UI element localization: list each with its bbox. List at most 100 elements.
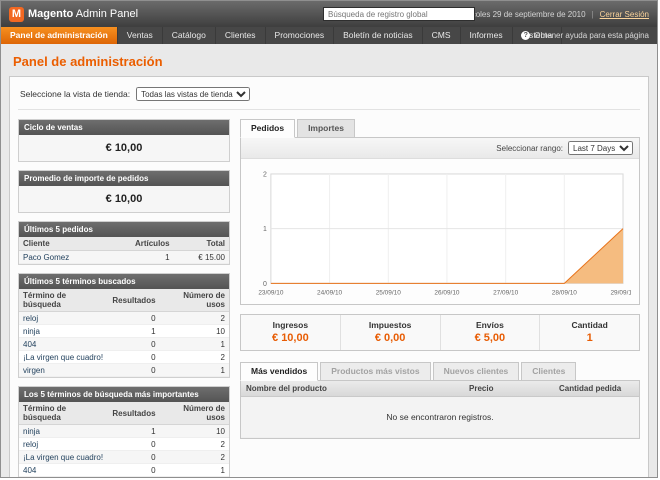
search-term-link[interactable]: virgen [19, 364, 108, 377]
table-row: 404 0 1 [19, 464, 229, 477]
help-label: Obtener ayuda para esta página [534, 31, 649, 40]
nav-item[interactable]: Ventas [118, 27, 163, 44]
search-term-link[interactable]: virge [19, 477, 108, 479]
col-header: Nombre del producto [241, 381, 464, 397]
results-cell: 0 [108, 351, 159, 364]
totals-bar: Ingresos € 10,00 Impuestos € 0,00 Envíos… [240, 314, 640, 351]
products-grid: Nombre del producto Precio Cantidad pedi… [240, 380, 640, 439]
col-header: Número de usos [160, 289, 229, 312]
nav-item[interactable]: Boletín de noticias [334, 27, 422, 44]
global-search-input[interactable] [323, 7, 475, 21]
uses-cell: 2 [160, 351, 229, 364]
average-orders-value: € 10,00 [19, 186, 229, 212]
right-column: PedidosImportes Seleccionar rango: Last … [240, 119, 640, 478]
table-row: 404 0 1 [19, 338, 229, 351]
magento-logo-icon: M [9, 7, 24, 22]
total-stat: Impuestos € 0,00 [341, 315, 441, 350]
range-row: Seleccionar rango: Last 7 Days [241, 138, 639, 159]
search-term-link[interactable]: ¡La virgen que cuadro! [19, 451, 108, 464]
table-row: virgen 0 1 [19, 364, 229, 377]
grid-tab: Clientes [521, 362, 576, 381]
nav-item[interactable]: Informes [461, 27, 513, 44]
total-stat: Cantidad 1 [540, 315, 639, 350]
logout-link[interactable]: Cerrar Sesión [600, 10, 649, 19]
last-search-table: Término de búsqueda Resultados Número de… [19, 289, 229, 377]
svg-text:0: 0 [263, 281, 267, 288]
nav-item[interactable]: Catálogo [163, 27, 216, 44]
results-cell: 0 [108, 464, 159, 477]
uses-cell: 10 [160, 425, 229, 438]
results-cell: 0 [108, 438, 159, 451]
svg-text:1: 1 [263, 226, 267, 233]
stat-label: Impuestos [341, 320, 440, 330]
nav-item[interactable]: Clientes [216, 27, 266, 44]
top-search-title: Los 5 términos de búsqueda más important… [19, 387, 229, 402]
table-row: virge 0 1 [19, 477, 229, 479]
search-term-link[interactable]: ninja [19, 325, 108, 338]
customer-link[interactable]: Paco Gomez [19, 251, 106, 264]
uses-cell: 1 [160, 338, 229, 351]
search-term-link[interactable]: ninja [19, 425, 108, 438]
svg-text:24/09/10: 24/09/10 [317, 289, 343, 296]
nav-item[interactable]: Panel de administración [1, 27, 118, 44]
range-select[interactable]: Last 7 Days [568, 141, 633, 155]
brand-name: Magento [28, 8, 73, 20]
grid-tab: Nuevos clientes [433, 362, 520, 381]
items-cell: 1 [106, 251, 174, 264]
col-header: Resultados [108, 402, 159, 425]
stat-value: 1 [540, 332, 639, 344]
store-view-select[interactable]: Todas las vistas de tienda [136, 87, 250, 101]
last-orders-box: Últimos 5 pedidos Cliente Artículos Tota… [18, 221, 230, 265]
search-term-link[interactable]: 404 [19, 464, 108, 477]
lifetime-sales-title: Ciclo de ventas [19, 120, 229, 135]
help-link[interactable]: ? Obtener ayuda para esta página [521, 27, 649, 44]
header-date: miércoles 29 de septiembre de 2010 [456, 10, 585, 19]
chart-tabs: PedidosImportes [240, 119, 640, 138]
last-search-box: Últimos 5 términos buscados Término de b… [18, 273, 230, 378]
chart-panel: Seleccionar rango: Last 7 Days 01223/09/… [240, 137, 640, 305]
page-title: Panel de administración [13, 54, 647, 69]
results-cell: 0 [108, 364, 159, 377]
col-header: Total [174, 237, 229, 251]
search-term-link[interactable]: reloj [19, 312, 108, 325]
col-header: Cantidad pedida [554, 381, 639, 397]
table-row: ¡La virgen que cuadro! 0 2 [19, 451, 229, 464]
brand-suffix: Admin Panel [76, 8, 138, 20]
stat-label: Ingresos [241, 320, 340, 330]
stat-label: Envíos [441, 320, 540, 330]
chart-tab[interactable]: Importes [297, 119, 355, 138]
svg-text:28/09/10: 28/09/10 [552, 289, 578, 296]
results-cell: 0 [108, 477, 159, 479]
range-label: Seleccionar rango: [496, 144, 563, 153]
chart-tab[interactable]: Pedidos [240, 119, 295, 138]
total-stat: Envíos € 5,00 [441, 315, 541, 350]
left-column: Ciclo de ventas € 10,00 Promedio de impo… [18, 119, 230, 478]
nav-item[interactable]: CMS [423, 27, 461, 44]
help-icon: ? [521, 31, 530, 40]
uses-cell: 2 [160, 312, 229, 325]
dashboard-columns: Ciclo de ventas € 10,00 Promedio de impo… [18, 119, 640, 478]
search-term-link[interactable]: ¡La virgen que cuadro! [19, 351, 108, 364]
svg-text:25/09/10: 25/09/10 [376, 289, 402, 296]
col-header: Término de búsqueda [19, 289, 108, 312]
last-orders-table: Cliente Artículos Total Paco Gomez 1 € 1… [19, 237, 229, 264]
search-term-link[interactable]: 404 [19, 338, 108, 351]
col-header: Término de búsqueda [19, 402, 108, 425]
grid-tabs: Más vendidosProductos más vistosNuevos c… [240, 362, 640, 381]
uses-cell: 10 [160, 325, 229, 338]
results-cell: 1 [108, 325, 159, 338]
results-cell: 0 [108, 312, 159, 325]
col-header: Cliente [19, 237, 106, 251]
orders-chart: 01223/09/1024/09/1025/09/1026/09/1027/09… [249, 166, 631, 301]
grid-tab[interactable]: Más vendidos [240, 362, 318, 381]
magento-logo[interactable]: M Magento Admin Panel [9, 7, 138, 22]
search-term-link[interactable]: reloj [19, 438, 108, 451]
stat-value: € 5,00 [441, 332, 540, 344]
magento-admin-window: M Magento Admin Panel Accedió como aparo… [0, 0, 658, 478]
col-header: Resultados [108, 289, 159, 312]
lifetime-sales-box: Ciclo de ventas € 10,00 [18, 119, 230, 162]
dashboard-card: Seleccione la vista de tienda: Todas las… [9, 76, 649, 478]
top-header: M Magento Admin Panel Accedió como aparo… [1, 1, 657, 27]
nav-item[interactable]: Promociones [266, 27, 335, 44]
grid-tab: Productos más vistos [320, 362, 430, 381]
